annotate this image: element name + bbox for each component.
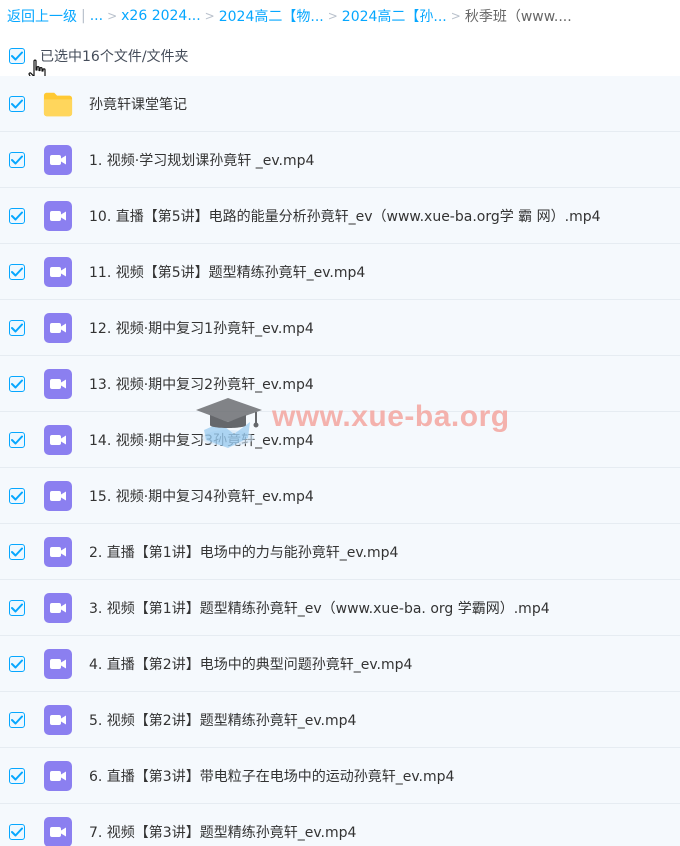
file-name[interactable]: 10. 直播【第5讲】电路的能量分析孙竟轩_ev（www.xue-ba.org学… <box>89 206 601 226</box>
file-name[interactable]: 2. 直播【第1讲】电场中的力与能孙竟轩_ev.mp4 <box>89 542 398 562</box>
file-row[interactable]: 5. 视频【第2讲】题型精练孙竟轩_ev.mp4 <box>0 692 680 748</box>
checkmark-icon <box>11 211 23 220</box>
chevron-right-icon: > <box>450 9 461 23</box>
file-row[interactable]: 10. 直播【第5讲】电路的能量分析孙竟轩_ev（www.xue-ba.org学… <box>0 188 680 244</box>
file-name[interactable]: 1. 视频·学习规划课孙竟轩 _ev.mp4 <box>89 150 314 170</box>
breadcrumb-divider: | <box>81 8 86 24</box>
chevron-right-icon: > <box>204 9 215 23</box>
file-row[interactable]: 6. 直播【第3讲】带电粒子在电场中的运动孙竟轩_ev.mp4 <box>0 748 680 804</box>
video-file-icon <box>43 424 73 455</box>
file-name[interactable]: 11. 视频【第5讲】题型精练孙竟轩_ev.mp4 <box>89 262 365 282</box>
row-checkbox[interactable] <box>9 655 25 672</box>
file-row[interactable]: 2. 直播【第1讲】电场中的力与能孙竟轩_ev.mp4 <box>0 524 680 580</box>
row-checkbox[interactable] <box>9 319 25 336</box>
row-checkbox[interactable] <box>9 711 25 728</box>
file-name[interactable]: 6. 直播【第3讲】带电粒子在电场中的运动孙竟轩_ev.mp4 <box>89 766 454 786</box>
video-file-icon <box>43 648 73 679</box>
video-file-icon <box>43 816 73 846</box>
file-row[interactable]: 4. 直播【第2讲】电场中的典型问题孙竟轩_ev.mp4 <box>0 636 680 692</box>
breadcrumb-item[interactable]: 2024高二【物... <box>219 6 324 26</box>
checkmark-icon <box>11 659 23 668</box>
row-checkbox[interactable] <box>9 599 25 616</box>
file-row[interactable]: 孙竟轩课堂笔记 <box>0 76 680 132</box>
video-file-icon <box>43 704 73 735</box>
checkmark-icon <box>11 155 23 164</box>
file-row[interactable]: 3. 视频【第1讲】题型精练孙竟轩_ev（www.xue-ba. org 学霸网… <box>0 580 680 636</box>
file-row[interactable]: 7. 视频【第3讲】题型精练孙竟轩_ev.mp4 <box>0 804 680 846</box>
file-row[interactable]: 15. 视频·期中复习4孙竟轩_ev.mp4 <box>0 468 680 524</box>
file-name[interactable]: 5. 视频【第2讲】题型精练孙竟轩_ev.mp4 <box>89 710 356 730</box>
row-checkbox[interactable] <box>9 207 25 224</box>
checkmark-icon <box>11 771 23 780</box>
file-name[interactable]: 3. 视频【第1讲】题型精练孙竟轩_ev（www.xue-ba. org 学霸网… <box>89 598 550 618</box>
file-row[interactable]: 1. 视频·学习规划课孙竟轩 _ev.mp4 <box>0 132 680 188</box>
video-file-icon <box>43 256 73 287</box>
file-browser: 返回上一级 | ... > x26 2024... > 2024高二【物... … <box>0 0 680 846</box>
video-file-icon <box>43 200 73 231</box>
checkmark-icon <box>11 51 23 61</box>
checkmark-icon <box>11 99 23 108</box>
breadcrumb-item[interactable]: 2024高二【孙... <box>342 6 447 26</box>
chevron-right-icon: > <box>327 9 338 23</box>
row-checkbox[interactable] <box>9 487 25 504</box>
folder-icon <box>43 89 73 119</box>
row-checkbox[interactable] <box>9 543 25 560</box>
file-name[interactable]: 15. 视频·期中复习4孙竟轩_ev.mp4 <box>89 486 314 506</box>
select-all-checkbox[interactable] <box>9 48 25 64</box>
breadcrumb: 返回上一级 | ... > x26 2024... > 2024高二【物... … <box>0 0 680 32</box>
checkmark-icon <box>11 547 23 556</box>
video-file-icon <box>43 536 73 567</box>
breadcrumb-current: 秋季班（www.... <box>464 9 572 25</box>
video-file-icon <box>43 144 73 175</box>
file-list: 孙竟轩课堂笔记 1. 视频·学习规划课孙竟轩 _ev.mp4 10. 直播【第5讲】… <box>0 76 680 846</box>
checkmark-icon <box>11 491 23 500</box>
checkmark-icon <box>11 267 23 276</box>
checkmark-icon <box>11 715 23 724</box>
back-link[interactable]: 返回上一级 <box>7 6 77 26</box>
file-name[interactable]: 4. 直播【第2讲】电场中的典型问题孙竟轩_ev.mp4 <box>89 654 412 674</box>
row-checkbox[interactable] <box>9 95 25 112</box>
checkmark-icon <box>11 379 23 388</box>
video-file-icon <box>43 368 73 399</box>
file-row[interactable]: 13. 视频·期中复习2孙竟轩_ev.mp4 <box>0 356 680 412</box>
file-row[interactable]: 14. 视频·期中复习3孙竟轩_ev.mp4 <box>0 412 680 468</box>
row-checkbox[interactable] <box>9 375 25 392</box>
breadcrumb-ellipsis[interactable]: ... <box>90 8 103 24</box>
checkmark-icon <box>11 827 23 836</box>
row-checkbox[interactable] <box>9 431 25 448</box>
chevron-right-icon: > <box>107 9 118 23</box>
row-checkbox[interactable] <box>9 263 25 280</box>
file-row[interactable]: 11. 视频【第5讲】题型精练孙竟轩_ev.mp4 <box>0 244 680 300</box>
video-file-icon <box>43 312 73 343</box>
row-checkbox[interactable] <box>9 151 25 168</box>
file-name[interactable]: 14. 视频·期中复习3孙竟轩_ev.mp4 <box>89 430 314 450</box>
breadcrumb-item[interactable]: x26 2024... <box>121 8 201 24</box>
selection-count-label: 已选中16个文件/文件夹 <box>40 49 189 65</box>
file-name[interactable]: 12. 视频·期中复习1孙竟轩_ev.mp4 <box>89 318 314 338</box>
checkmark-icon <box>11 323 23 332</box>
row-checkbox[interactable] <box>9 767 25 784</box>
checkmark-icon <box>11 603 23 612</box>
row-checkbox[interactable] <box>9 823 25 840</box>
selection-header: 已选中16个文件/文件夹 <box>0 38 680 74</box>
video-file-icon <box>43 760 73 791</box>
checkmark-icon <box>11 435 23 444</box>
video-file-icon <box>43 480 73 511</box>
video-file-icon <box>43 592 73 623</box>
file-name[interactable]: 7. 视频【第3讲】题型精练孙竟轩_ev.mp4 <box>89 822 356 842</box>
file-row[interactable]: 12. 视频·期中复习1孙竟轩_ev.mp4 <box>0 300 680 356</box>
file-name[interactable]: 13. 视频·期中复习2孙竟轩_ev.mp4 <box>89 374 314 394</box>
file-name[interactable]: 孙竟轩课堂笔记 <box>89 94 187 114</box>
